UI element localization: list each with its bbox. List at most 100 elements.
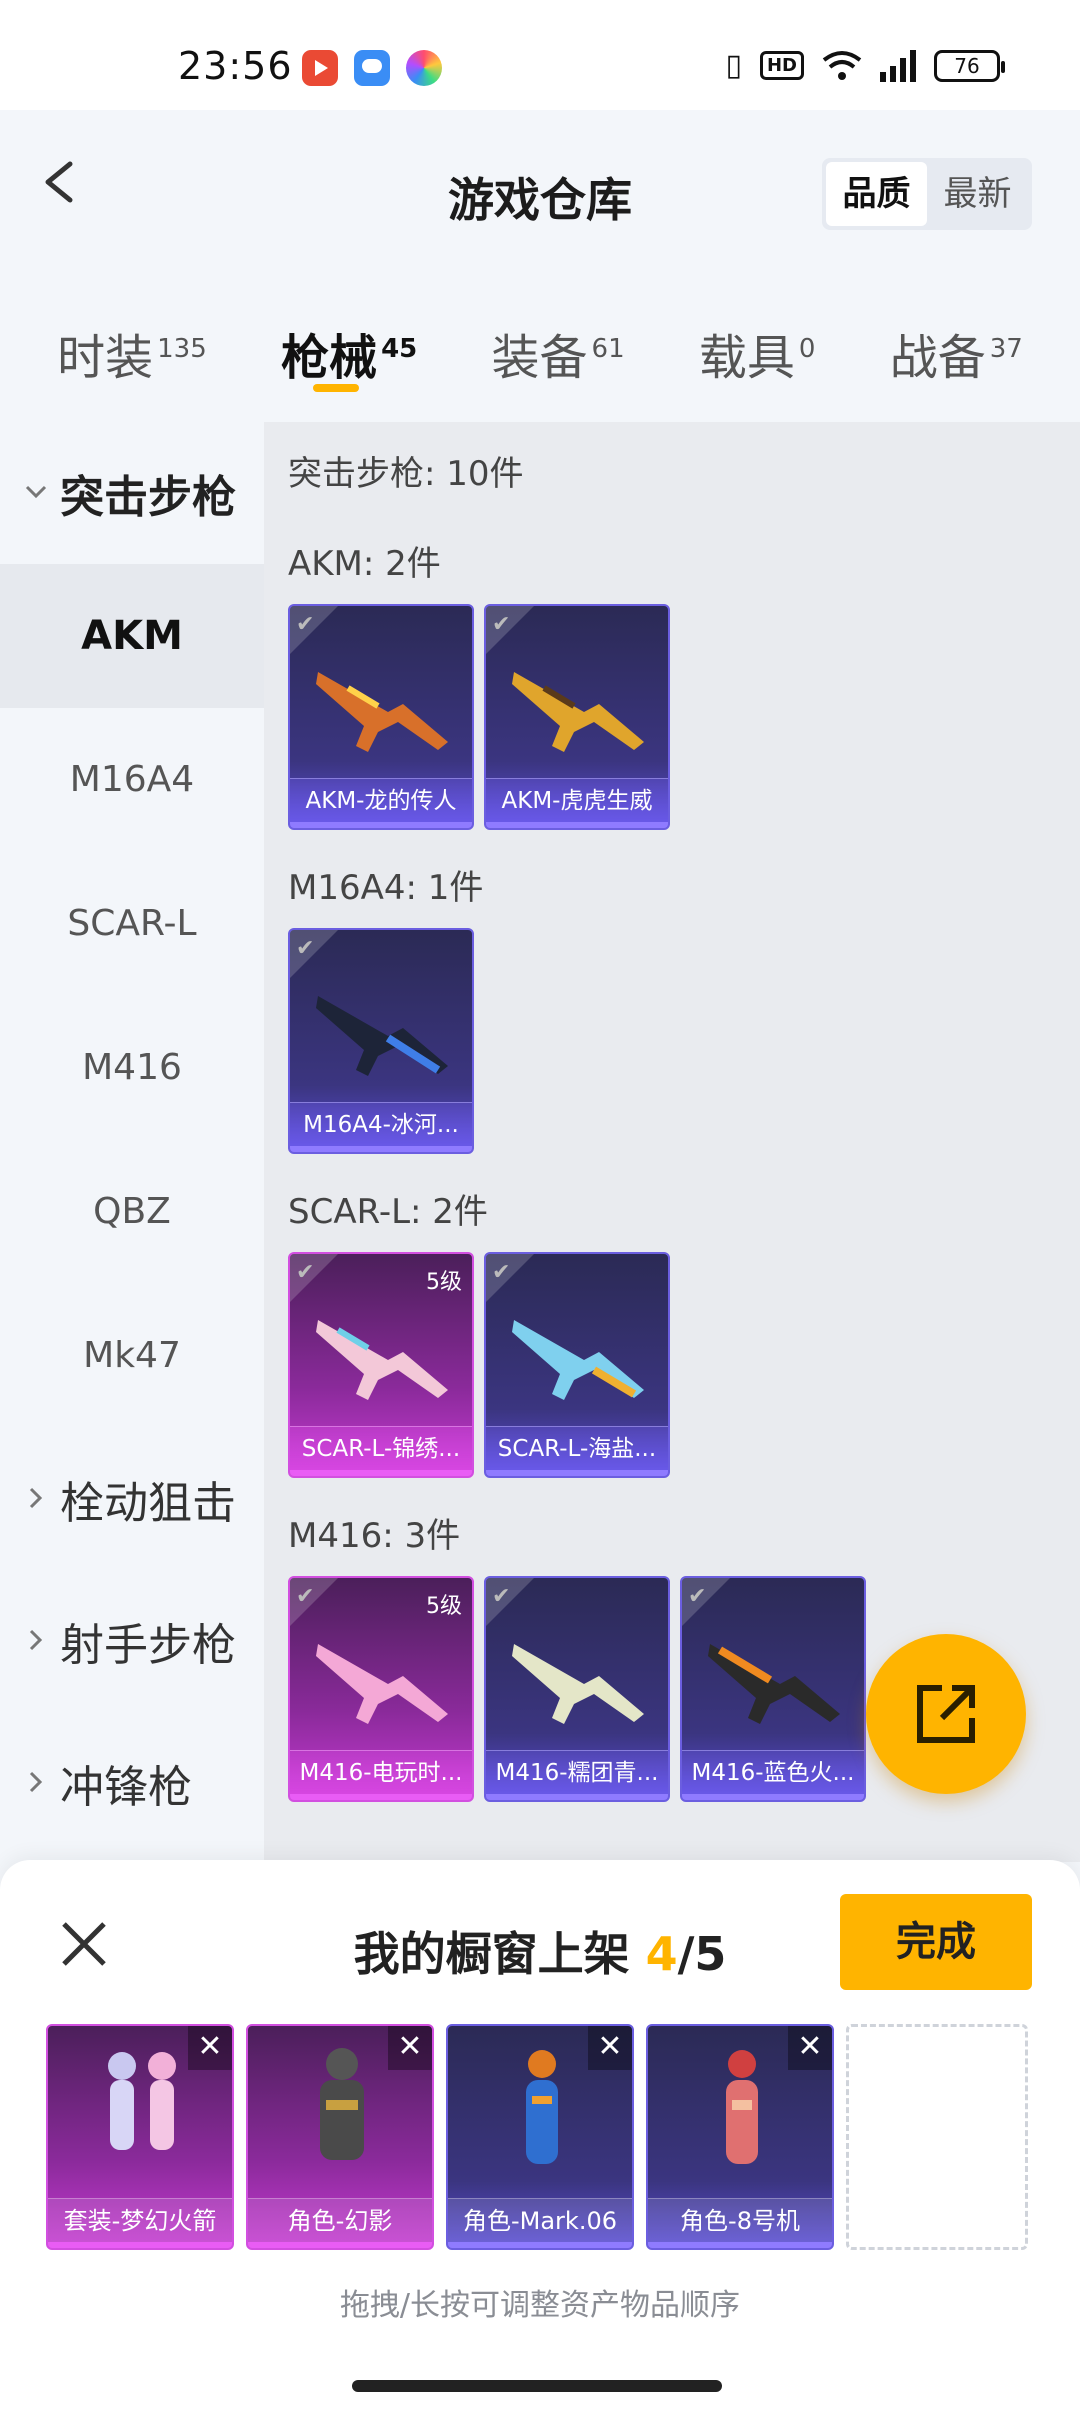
sidebar-item-scar-l[interactable]: SCAR-L <box>0 852 264 996</box>
group-title-m16a4: M16A4: 1件 <box>288 868 484 908</box>
group-title-akm: AKM: 2件 <box>288 544 441 584</box>
share-icon <box>917 1685 975 1743</box>
chevron-right-icon <box>29 1771 43 1793</box>
sidebar-item-m16a4[interactable]: M16A4 <box>0 708 264 852</box>
rifle-icon <box>512 1320 644 1400</box>
chevron-right-icon <box>29 1629 43 1651</box>
showcase-item[interactable]: ✕ 角色-8号机 <box>646 2024 834 2250</box>
sort-option-quality[interactable]: 品质 <box>826 162 927 226</box>
weapon-card[interactable]: ✔ M416-蓝色火... <box>680 1576 866 1802</box>
showcase-item[interactable]: ✕ 套装-梦幻火箭 <box>46 2024 234 2250</box>
tab-fashion[interactable]: 时装 135 <box>57 290 207 420</box>
item-name: M416-蓝色火... <box>682 1750 864 1800</box>
tab-supplies[interactable]: 战备 37 <box>890 290 1023 420</box>
remove-item-button[interactable]: ✕ <box>588 2026 632 2070</box>
rifle-icon <box>316 1644 448 1724</box>
home-indicator[interactable] <box>352 2380 722 2392</box>
tab-equipment[interactable]: 装备 61 <box>492 290 625 420</box>
sidebar-category-bolt-action[interactable]: 栓动狙击 <box>0 1428 264 1570</box>
weapon-card[interactable]: ✔ M16A4-冰河... <box>288 928 474 1154</box>
share-button[interactable] <box>866 1634 1026 1794</box>
item-name: AKM-龙的传人 <box>290 778 472 828</box>
sidebar-item-akm[interactable]: AKM <box>0 564 264 708</box>
item-row-m16a4: ✔ M16A4-冰河... <box>288 928 1056 1154</box>
tab-vehicles[interactable]: 载具 0 <box>699 290 816 420</box>
category-summary: 突击步枪: 10件 <box>288 454 524 494</box>
weapon-card[interactable]: ✔ 5级 SCAR-L-锦绣... <box>288 1252 474 1478</box>
group-title-m416: M416: 3件 <box>288 1516 461 1556</box>
item-name: M16A4-冰河... <box>290 1102 472 1152</box>
check-icon: ✔ <box>296 936 315 961</box>
rifle-icon <box>316 1320 448 1400</box>
rifle-icon <box>316 672 448 752</box>
battery-icon: 76 <box>934 49 1005 82</box>
chevron-right-icon <box>29 1487 43 1509</box>
video-app-icon <box>302 50 338 86</box>
showcase-slots: ✕ 套装-梦幻火箭 ✕ 角色-幻影 ✕ 角色-Mark.06 ✕ 角色-8号机 <box>46 2024 1028 2250</box>
sidebar-item-m416[interactable]: M416 <box>0 996 264 1140</box>
done-button[interactable]: 完成 <box>840 1894 1032 1990</box>
item-name: M416-糯团青... <box>486 1750 668 1800</box>
item-name: 套装-梦幻火箭 <box>48 2198 232 2248</box>
weapon-card[interactable]: ✔ SCAR-L-海盐... <box>484 1252 670 1478</box>
remove-item-button[interactable]: ✕ <box>188 2026 232 2070</box>
weapon-card[interactable]: ✔ M416-糯团青... <box>484 1576 670 1802</box>
rifle-icon <box>512 1644 644 1724</box>
check-icon: ✔ <box>296 1584 315 1609</box>
remove-item-button[interactable]: ✕ <box>788 2026 832 2070</box>
sidebar-item-mk47[interactable]: Mk47 <box>0 1284 264 1428</box>
check-icon: ✔ <box>296 612 315 637</box>
vibrate-icon: ▯ <box>725 48 742 83</box>
showcase-count: 4 <box>645 1927 678 1981</box>
category-tabs: 时装 135 枪械 45 装备 61 载具 0 战备 37 <box>0 290 1080 420</box>
item-row-akm: ✔ AKM-龙的传人 ✔ AKM-虎虎生威 <box>288 604 1056 830</box>
check-icon: ✔ <box>492 1584 511 1609</box>
rifle-icon <box>708 1644 840 1724</box>
item-name: SCAR-L-锦绣... <box>290 1426 472 1476</box>
check-icon: ✔ <box>296 1260 315 1285</box>
remove-item-button[interactable]: ✕ <box>388 2026 432 2070</box>
weapon-card[interactable]: ✔ AKM-虎虎生威 <box>484 604 670 830</box>
character-figure-icon <box>526 2050 558 2164</box>
sidebar-category-marksman[interactable]: 射手步枪 <box>0 1570 264 1712</box>
weapon-sidebar: 突击步枪 AKM M16A4 SCAR-L M416 QBZ Mk47 栓动狙击… <box>0 422 264 1862</box>
showcase-item[interactable]: ✕ 角色-Mark.06 <box>446 2024 634 2250</box>
chevron-down-icon <box>25 485 47 499</box>
wifi-icon <box>822 50 862 80</box>
empty-slot[interactable] <box>846 2024 1028 2250</box>
sort-option-latest[interactable]: 最新 <box>927 162 1028 226</box>
item-row-scar-l: ✔ 5级 SCAR-L-锦绣... ✔ SCAR-L-海盐... <box>288 1252 1056 1478</box>
rifle-icon <box>316 996 448 1076</box>
weapon-card[interactable]: ✔ AKM-龙的传人 <box>288 604 474 830</box>
sidebar-category-assault-rifles[interactable]: 突击步枪 <box>0 422 264 564</box>
sidebar-item-qbz[interactable]: QBZ <box>0 1140 264 1284</box>
showcase-item[interactable]: ✕ 角色-幻影 <box>246 2024 434 2250</box>
status-icons: ▯ HD 76 <box>725 48 1005 83</box>
tab-active-indicator <box>313 384 360 392</box>
app-header: 游戏仓库 品质 最新 <box>0 110 1080 250</box>
character-figure-icon <box>108 2052 176 2150</box>
item-name: AKM-虎虎生威 <box>486 778 668 828</box>
check-icon: ✔ <box>688 1584 707 1609</box>
sidebar-category-smg[interactable]: 冲锋枪 <box>0 1712 264 1854</box>
showcase-sheet: 我的橱窗上架 4/5 完成 ✕ 套装-梦幻火箭 ✕ 角色-幻影 ✕ 角色-Mar… <box>0 1860 1080 2412</box>
character-figure-icon <box>726 2050 758 2164</box>
item-name: 角色-Mark.06 <box>448 2198 632 2248</box>
check-icon: ✔ <box>492 1260 511 1285</box>
reorder-hint: 拖拽/长按可调整资产物品顺序 <box>339 2288 741 2323</box>
sort-toggle: 品质 最新 <box>822 158 1032 230</box>
check-icon: ✔ <box>492 612 511 637</box>
weapon-card[interactable]: ✔ 5级 M416-电玩时... <box>288 1576 474 1802</box>
weather-app-icon <box>354 50 390 86</box>
status-time: 23:56 <box>178 44 293 88</box>
signal-icon <box>880 49 916 82</box>
rifle-icon <box>512 672 644 752</box>
item-name: M416-电玩时... <box>290 1750 472 1800</box>
group-title-scar-l: SCAR-L: 2件 <box>288 1192 488 1232</box>
status-bar: 23:56 ▯ HD 76 <box>0 0 1080 110</box>
item-name: 角色-8号机 <box>648 2198 832 2248</box>
tab-firearms[interactable]: 枪械 45 <box>281 290 417 420</box>
hd-icon: HD <box>759 51 804 80</box>
item-name: 角色-幻影 <box>248 2198 432 2248</box>
character-figure-icon <box>320 2048 364 2160</box>
